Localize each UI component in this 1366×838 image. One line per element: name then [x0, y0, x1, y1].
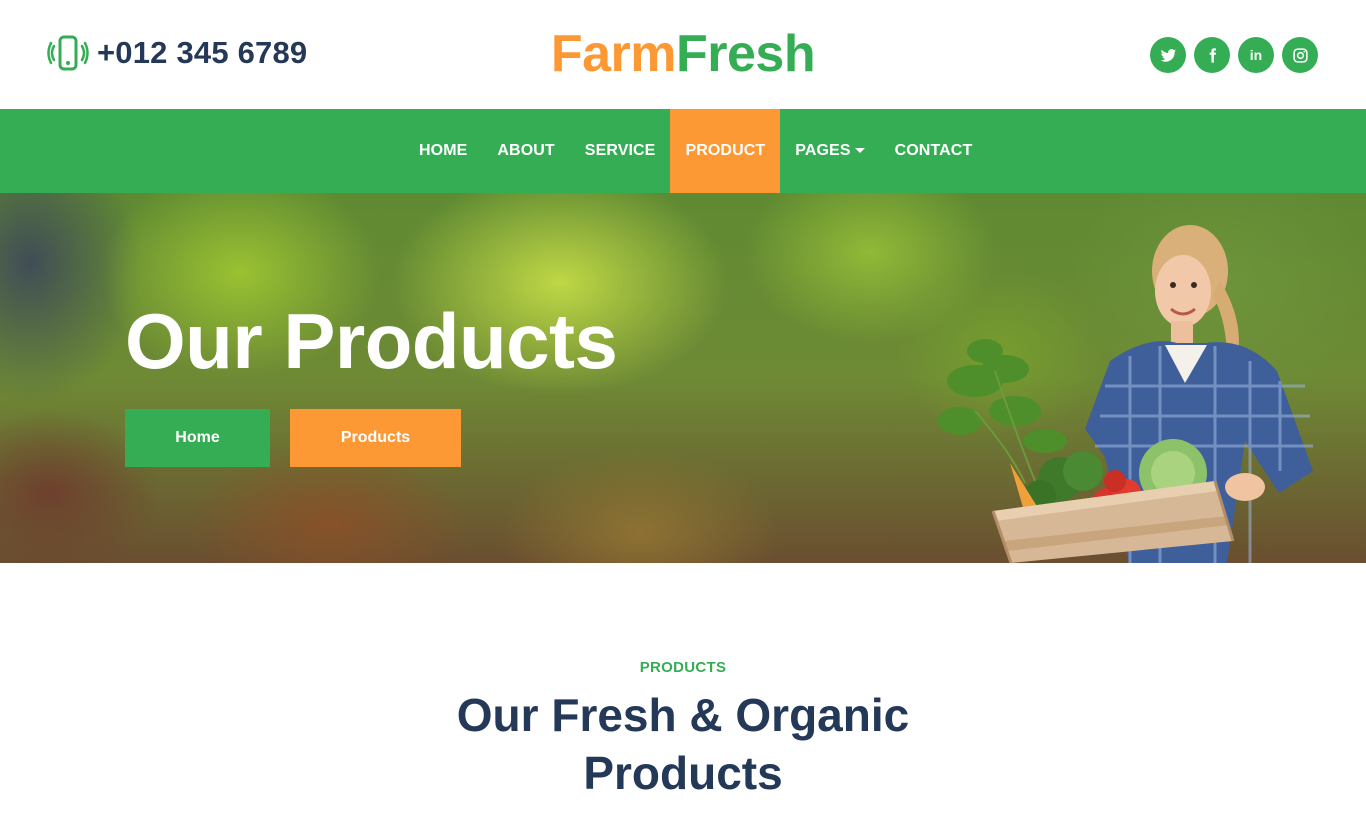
linkedin-button[interactable]: in — [1238, 37, 1274, 73]
nav-item-about[interactable]: ABOUT — [482, 109, 569, 193]
nav-item-product[interactable]: PRODUCT — [670, 109, 781, 193]
instagram-button[interactable] — [1282, 37, 1318, 73]
twitter-icon — [1160, 48, 1176, 62]
nav-list: HOME ABOUT SERVICE PRODUCT PAGES CONTACT — [404, 109, 987, 193]
breadcrumb-home-button[interactable]: Home — [125, 409, 270, 467]
nav-item-pages-label: PAGES — [795, 142, 851, 159]
nav-item-service[interactable]: SERVICE — [570, 109, 671, 193]
breadcrumb-products-button[interactable]: Products — [290, 409, 461, 467]
section-title: Our Fresh & Organic Products — [456, 689, 910, 799]
logo-part-farm: Farm — [550, 25, 677, 83]
main-navbar: HOME ABOUT SERVICE PRODUCT PAGES CONTACT — [0, 109, 1366, 193]
nav-item-contact[interactable]: CONTACT — [880, 109, 988, 193]
hero-title: Our Products — [125, 297, 618, 385]
facebook-button[interactable] — [1194, 37, 1230, 73]
instagram-icon — [1292, 47, 1308, 63]
linkedin-icon: in — [1249, 47, 1263, 63]
caret-down-icon — [854, 147, 865, 153]
farmer-with-vegetable-crate-image — [938, 225, 1313, 563]
nav-item-home[interactable]: HOME — [404, 109, 482, 193]
logo-part-fresh: Fresh — [676, 25, 816, 83]
top-bar: +012 345 6789 FarmFresh in — [0, 0, 1366, 109]
section-subtitle: PRODUCTS — [639, 659, 727, 676]
page-header-hero: Our Products Home Products — [0, 193, 1366, 563]
twitter-button[interactable] — [1150, 37, 1186, 73]
nav-item-pages[interactable]: PAGES — [780, 109, 879, 193]
facebook-icon — [1209, 47, 1216, 63]
social-links: in — [1150, 37, 1318, 73]
